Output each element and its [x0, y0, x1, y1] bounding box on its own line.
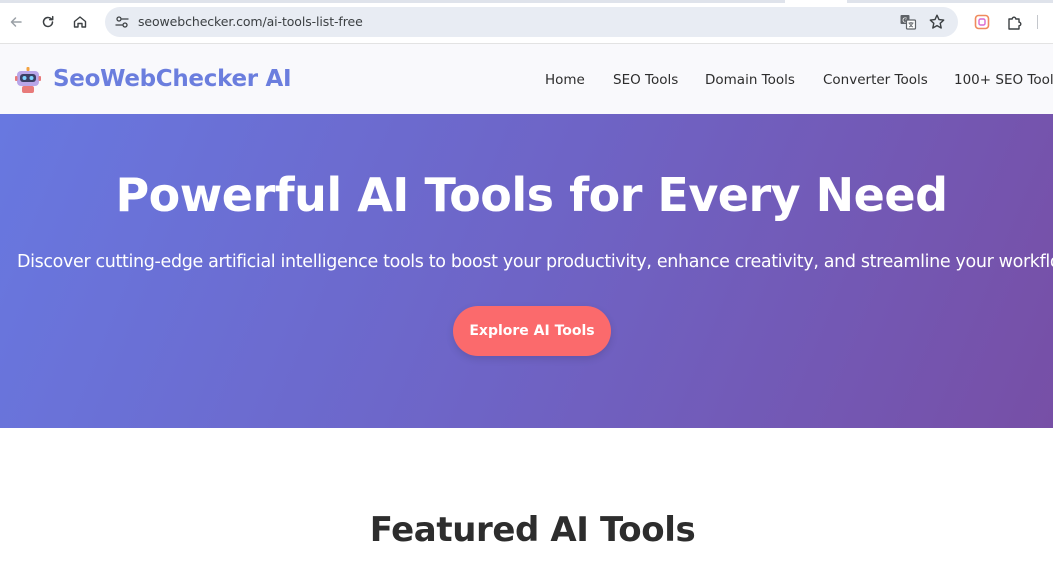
bookmark-star-icon[interactable]: [928, 13, 946, 31]
hero-subtitle: Discover cutting-edge artificial intelli…: [17, 252, 1053, 272]
robot-logo-icon[interactable]: [14, 66, 42, 94]
site-settings-icon[interactable]: [114, 14, 130, 30]
nav-100-seo-tools[interactable]: 100+ SEO Tools: [954, 72, 1053, 88]
nav-converter-tools[interactable]: Converter Tools: [823, 72, 928, 88]
nav-domain-tools[interactable]: Domain Tools: [705, 72, 795, 88]
nav-seo-tools[interactable]: SEO Tools: [613, 72, 678, 88]
explore-ai-tools-button[interactable]: Explore AI Tools: [453, 306, 611, 356]
brand-name[interactable]: SeoWebChecker AI: [53, 66, 292, 92]
translate-icon[interactable]: G: [899, 13, 917, 31]
url-text[interactable]: seowebchecker.com/ai-tools-list-free: [138, 14, 363, 29]
featured-section-title: Featured AI Tools: [369, 510, 696, 550]
site-header: SeoWebChecker AI Home SEO Tools Domain T…: [0, 44, 1053, 114]
address-bar[interactable]: seowebchecker.com/ai-tools-list-free G: [105, 7, 958, 37]
home-icon[interactable]: [67, 9, 93, 35]
nav-home[interactable]: Home: [545, 72, 585, 88]
extension-icon[interactable]: [973, 13, 991, 31]
reload-icon[interactable]: [35, 9, 61, 35]
toolbar-divider: [1037, 15, 1038, 29]
browser-toolbar: seowebchecker.com/ai-tools-list-free G: [0, 0, 1053, 44]
back-arrow-icon[interactable]: [3, 9, 29, 35]
hero-section: Powerful AI Tools for Every Need Discove…: [0, 114, 1053, 428]
puzzle-icon[interactable]: [1006, 13, 1024, 31]
tab-strip-edge: [0, 0, 1053, 3]
hero-title: Powerful AI Tools for Every Need: [115, 168, 948, 222]
